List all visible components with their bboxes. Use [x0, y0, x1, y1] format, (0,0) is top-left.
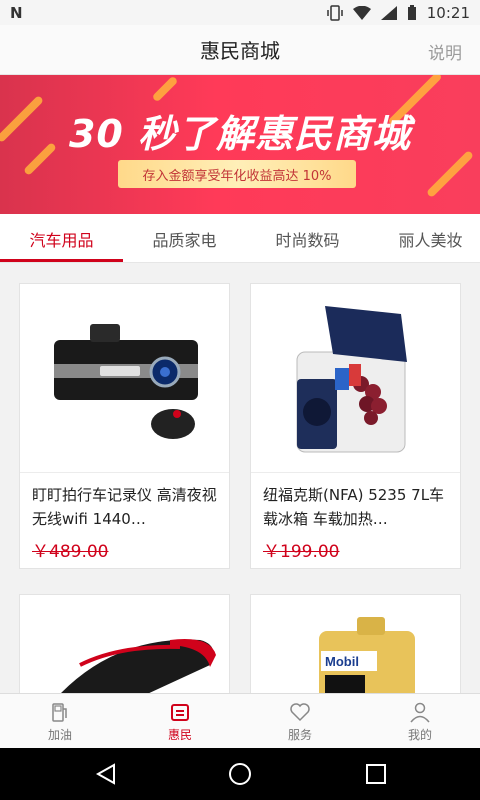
car-cooler-image — [251, 284, 460, 473]
heart-icon — [290, 703, 310, 722]
bottom-tab-label: 加油 — [47, 728, 72, 742]
product-card[interactable]: 纽福克斯(NFA) 5235 7L车载冰箱 车载加热… ￥199.00 — [250, 283, 461, 569]
category-tabs: 汽车用品 品质家电 时尚数码 丽人美妆 — [0, 214, 480, 263]
user-icon — [410, 702, 430, 723]
dashcam-image — [20, 284, 229, 473]
wifi-icon — [352, 5, 371, 20]
product-price: ￥489.00 — [32, 542, 109, 562]
bottom-tab-label: 我的 — [407, 728, 432, 742]
mobil-oil-image: Mobil 1 — [251, 595, 460, 693]
bottom-tab-huimin[interactable]: 惠民 — [120, 694, 240, 749]
bottom-tab-mine[interactable]: 我的 — [360, 694, 480, 749]
tab-car-supplies[interactable]: 汽车用品 — [0, 214, 123, 263]
bottom-tab-label: 服务 — [287, 728, 312, 742]
product-card[interactable]: Mobil 1 — [250, 594, 461, 693]
n-icon: N — [10, 3, 23, 22]
product-grid: 盯盯拍行车记录仪 高清夜视无线wifi 1440… ￥489.00 纽福克斯(N… — [0, 263, 480, 693]
product-card[interactable]: 盯盯拍行车记录仪 高清夜视无线wifi 1440… ￥489.00 — [19, 283, 230, 569]
banner-headline: 30 秒了解惠民商城 — [68, 112, 412, 156]
clock: 10:21 — [426, 3, 470, 22]
signal-icon — [380, 5, 397, 20]
bottom-tab-bar: 加油 惠民 服务 我的 — [0, 693, 480, 748]
wallet-icon — [171, 704, 189, 721]
app-header: 惠民商城 说明 — [0, 25, 480, 75]
banner-ribbon: 存入金额享受年化收益高达 10% — [118, 160, 356, 188]
help-link[interactable]: 说明 — [428, 39, 462, 64]
recents-icon[interactable] — [364, 762, 388, 786]
home-icon[interactable] — [228, 762, 252, 786]
product-name: 纽福克斯(NFA) 5235 7L车载冰箱 车载加热… — [263, 486, 445, 528]
status-bar: N 10:21 — [0, 0, 480, 25]
product-price: ￥199.00 — [263, 542, 340, 562]
tab-indicator — [0, 259, 123, 262]
battery-icon — [407, 4, 416, 20]
product-name: 盯盯拍行车记录仪 高清夜视无线wifi 1440… — [32, 486, 217, 528]
page-title: 惠民商城 — [200, 39, 280, 63]
banner-decoration — [151, 75, 179, 103]
tab-digital[interactable]: 时尚数码 — [246, 214, 369, 263]
car-device-image — [20, 595, 229, 693]
bottom-tab-fuel[interactable]: 加油 — [0, 694, 120, 749]
product-card[interactable] — [19, 594, 230, 693]
bottom-tab-label: 惠民 — [167, 728, 192, 742]
bottom-tab-service[interactable]: 服务 — [240, 694, 360, 749]
svg-text:Mobil: Mobil — [325, 654, 359, 669]
system-nav-bar — [0, 748, 480, 800]
tab-beauty[interactable]: 丽人美妆 — [369, 214, 480, 263]
promo-banner[interactable]: 30 秒了解惠民商城 存入金额享受年化收益高达 10% — [0, 75, 480, 214]
fuel-icon — [52, 703, 67, 722]
vibrate-icon — [327, 4, 343, 21]
back-icon[interactable] — [94, 762, 118, 786]
tab-appliances[interactable]: 品质家电 — [123, 214, 246, 263]
